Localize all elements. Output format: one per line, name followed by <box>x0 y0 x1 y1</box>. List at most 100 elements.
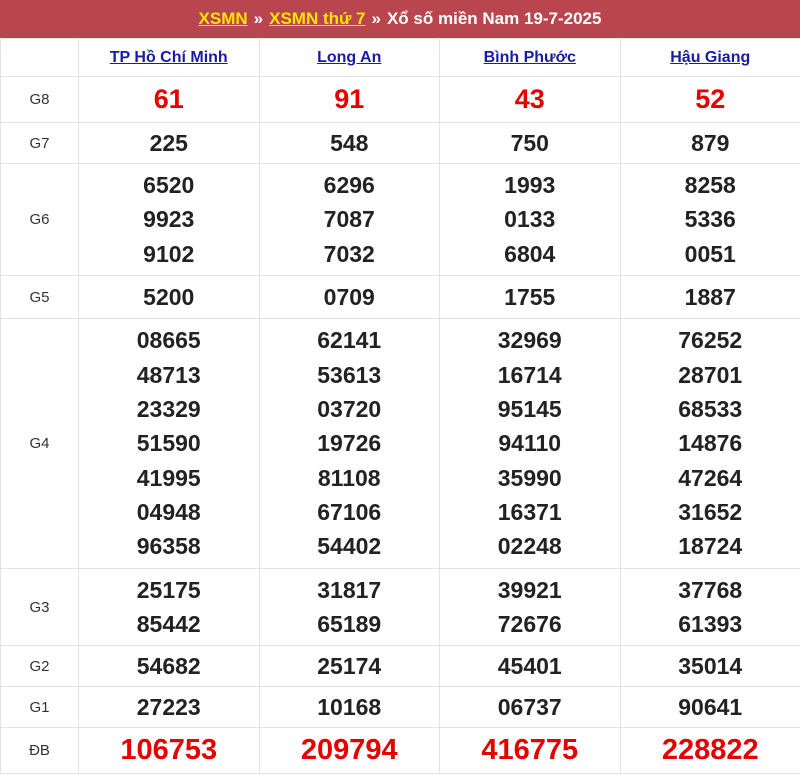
prize-row-g5: G5 5200 0709 1755 1887 <box>0 275 800 319</box>
prize-cell: 37768 61393 <box>619 568 800 646</box>
prize-cell: 35014 <box>619 645 800 687</box>
prize-number: 61 <box>153 84 184 115</box>
prize-row-g1: G1 27223 10168 06737 90641 <box>0 686 800 728</box>
prize-number: 9923 <box>143 206 195 233</box>
prize-number: 02248 <box>497 533 562 560</box>
prize-number: 51590 <box>136 430 201 457</box>
xsmn-link[interactable]: XSMN <box>199 9 248 29</box>
prize-cell: 750 <box>439 122 621 164</box>
prize-cell: 1887 <box>619 275 800 319</box>
prize-row-g4: G4 08665 48713 23329 51590 41995 04948 96358 621… <box>0 318 800 569</box>
breadcrumb-separator: » <box>371 9 381 28</box>
prize-number: 52 <box>695 84 726 115</box>
province-header: Bình Phước <box>439 38 621 77</box>
prize-number: 209794 <box>300 734 398 767</box>
prize-number: 23329 <box>136 396 201 423</box>
prize-cell: 6296 7087 7032 <box>258 163 440 276</box>
prize-number: 43 <box>514 84 545 115</box>
province-header: TP Hồ Chí Minh <box>78 38 260 77</box>
prize-cell: 106753 <box>78 727 260 774</box>
prize-label: G3 <box>0 568 79 646</box>
prize-label: G6 <box>0 163 79 276</box>
prize-number: 53613 <box>317 361 382 388</box>
prize-row-db: ĐB 106753 209794 416775 228822 <box>0 727 800 774</box>
prize-row-g2: G2 54682 25174 45401 35014 <box>0 645 800 687</box>
prize-number: 27223 <box>136 693 201 720</box>
prize-number: 10168 <box>317 693 382 720</box>
prize-row-g6: G6 6520 9923 9102 6296 7087 7032 1993 0133 6804 82… <box>0 163 800 276</box>
prize-cell: 61 <box>78 76 260 123</box>
province-link-long-an[interactable]: Long An <box>317 49 381 66</box>
prize-cell: 209794 <box>258 727 440 774</box>
results-table: TP Hồ Chí Minh Long An Bình Phước Hậu Gi… <box>0 38 800 774</box>
province-link-binh-phuoc[interactable]: Bình Phước <box>484 49 576 66</box>
prize-cell: 76252 28701 68533 14876 47264 31652 18724 <box>619 318 800 569</box>
xsmn-saturday-link[interactable]: XSMN thứ 7 <box>269 9 365 29</box>
prize-number: 95145 <box>497 396 562 423</box>
prize-number: 90641 <box>678 693 743 720</box>
prize-number: 72676 <box>497 611 562 637</box>
prize-number: 6296 <box>323 172 375 199</box>
prize-label: G4 <box>0 318 79 569</box>
prize-number: 54682 <box>136 652 201 679</box>
prize-cell: 06737 <box>439 686 621 728</box>
prize-number: 548 <box>330 129 369 156</box>
prize-number: 16371 <box>497 498 562 525</box>
prize-number: 35014 <box>678 652 743 679</box>
prize-cell: 90641 <box>619 686 800 728</box>
prize-cell: 1755 <box>439 275 621 319</box>
prize-number: 28701 <box>678 361 743 388</box>
breadcrumb-header: XSMN » XSMN thứ 7 » Xổ số miền Nam 19-7-… <box>0 0 800 38</box>
prize-cell: 228822 <box>619 727 800 774</box>
prize-number: 0709 <box>323 283 375 310</box>
prize-cell: 1993 0133 6804 <box>439 163 621 276</box>
prize-cell: 0709 <box>258 275 440 319</box>
prize-number: 9102 <box>143 240 195 267</box>
prize-cell: 6520 9923 9102 <box>78 163 260 276</box>
prize-number: 85442 <box>136 611 201 637</box>
prize-number: 228822 <box>661 734 759 767</box>
prize-number: 7032 <box>323 240 375 267</box>
prize-number: 6520 <box>143 172 195 199</box>
prize-number: 31817 <box>317 576 382 603</box>
page-title: Xổ số miền Nam 19-7-2025 <box>386 9 602 28</box>
prize-cell: 32969 16714 95145 94110 35990 16371 02248 <box>439 318 621 569</box>
prize-cell: 10168 <box>258 686 440 728</box>
prize-cell: 8258 5336 0051 <box>619 163 800 276</box>
prize-number: 61393 <box>678 611 743 637</box>
prize-cell: 225 <box>78 122 260 164</box>
prize-number: 750 <box>510 129 549 156</box>
province-header-row: TP Hồ Chí Minh Long An Bình Phước Hậu Gi… <box>0 38 800 77</box>
prize-number: 14876 <box>678 430 743 457</box>
prize-number: 18724 <box>678 533 743 560</box>
prize-cell: 52 <box>619 76 800 123</box>
prize-cell: 25174 <box>258 645 440 687</box>
prize-number: 0133 <box>504 206 556 233</box>
prize-number: 91 <box>334 84 365 115</box>
prize-row-g7: G7 225 548 750 879 <box>0 122 800 164</box>
prize-number: 25174 <box>317 652 382 679</box>
prize-cell: 31817 65189 <box>258 568 440 646</box>
prize-cell: 43 <box>439 76 621 123</box>
province-link-hcm[interactable]: TP Hồ Chí Minh <box>110 49 228 66</box>
prize-label: G8 <box>0 76 79 123</box>
prize-number: 8258 <box>684 172 736 199</box>
breadcrumb-separator: » <box>253 9 264 28</box>
province-link-hau-giang[interactable]: Hậu Giang <box>670 49 750 66</box>
prize-number: 7087 <box>323 206 375 233</box>
prize-number: 04948 <box>136 498 201 525</box>
prize-number: 106753 <box>120 734 218 767</box>
prize-number: 225 <box>149 129 188 156</box>
prize-number: 41995 <box>136 464 201 491</box>
prize-cell: 62141 53613 03720 19726 81108 67106 54402 <box>258 318 440 569</box>
prize-number: 1755 <box>504 283 556 310</box>
prize-number: 94110 <box>498 430 562 457</box>
prize-number: 0051 <box>684 240 736 267</box>
prize-number: 879 <box>691 129 730 156</box>
prize-number: 68533 <box>678 396 743 423</box>
prize-row-g8: G8 61 91 43 52 <box>0 76 800 123</box>
prize-number: 416775 <box>481 734 579 767</box>
prize-number: 5336 <box>684 206 736 233</box>
prize-cell: 45401 <box>439 645 621 687</box>
prize-cell: 5200 <box>78 275 260 319</box>
